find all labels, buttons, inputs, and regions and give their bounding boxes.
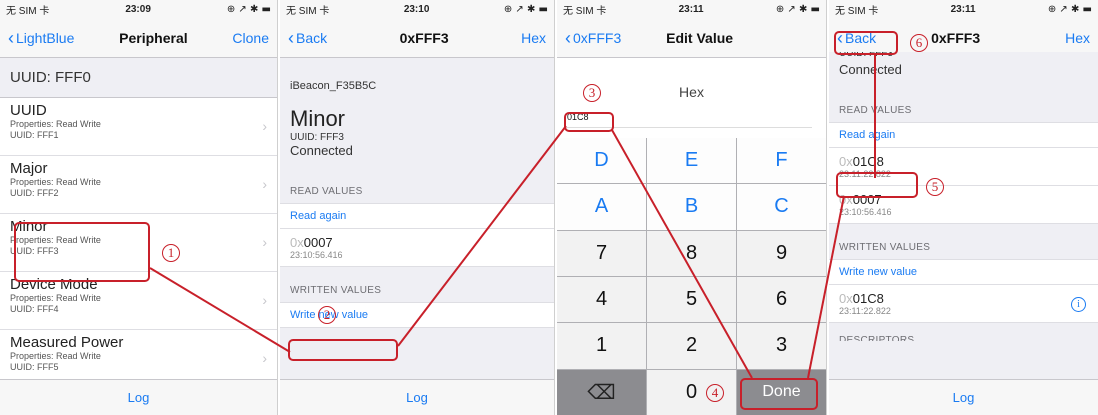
characteristic-name: Minor [290,106,346,131]
page-title: 0xFFF3 [399,29,449,46]
nav-bar: ‹ Back 0xFFF3 Hex [280,18,554,58]
key-f[interactable]: F [737,138,826,184]
key-6[interactable]: 6 [737,276,826,323]
key-8[interactable]: 8 [647,230,736,276]
clock: 23:09 [125,3,151,15]
chevron-left-icon: ‹ [288,27,294,48]
chevron-right-icon: › [262,350,267,366]
log-tab[interactable]: Log [829,379,1098,415]
read-values-header: READ VALUES [839,105,912,116]
characteristic-uuid: UUID: FFF3 [290,132,344,143]
back-button[interactable]: ‹ Back [288,29,327,47]
chevron-left-icon: ‹ [8,27,14,48]
highlight-write-new-value [288,339,398,361]
annotation-number: 5 [926,178,944,196]
highlight-value-input [564,112,614,132]
annotation-number: 4 [706,384,724,402]
connection-state: Connected [290,143,353,158]
key-b[interactable]: B [647,184,736,230]
descriptors-header: DESCRIPTORS [839,335,915,341]
key-5[interactable]: 5 [647,276,736,323]
status-bar: 无 SIM 卡 23:11 ⊕ ↗ ✱ ▬ [557,0,826,18]
highlight-read-value [836,172,918,198]
annotation-number: 6 [910,34,928,52]
characteristic-info: UUID: FFF3 Connected [829,52,1098,87]
status-icons: ⊕ ↗ ✱ ▬ [226,3,271,15]
hex-button[interactable]: Hex [521,30,546,46]
written-values-header: WRITTEN VALUES [839,242,931,253]
peripheral-screen: 无 SIM 卡 23:09 ⊕ ↗ ✱ ▬ ‹ LightBlue Periphe… [0,0,278,415]
chevron-right-icon: › [262,118,267,134]
key-2[interactable]: 2 [647,323,736,369]
key-e[interactable]: E [647,138,736,184]
read-again-button[interactable]: Read again [829,122,1098,148]
backspace-key[interactable]: ⌫ [557,369,646,415]
status-bar: 无 SIM 卡 23:10 ⊕ ↗ ✱ ▬ [280,0,554,18]
page-title: 0xFFF3 [931,29,981,46]
read-values-header: READ VALUES [290,186,363,197]
log-tab[interactable]: Log [0,379,277,415]
key-1[interactable]: 1 [557,323,646,369]
highlight-done-button [740,378,818,410]
key-3[interactable]: 3 [737,323,826,369]
info-icon[interactable]: i [1071,297,1086,312]
written-values-header: WRITTEN VALUES [290,285,382,296]
chevron-right-icon: › [262,176,267,192]
annotation-number: 2 [318,306,336,324]
nav-bar: ‹ LightBlue Peripheral Clone [0,18,277,58]
clone-button[interactable]: Clone [232,30,269,46]
characteristic-row[interactable]: Major Properties: Read Write UUID: FFF2 … [0,156,277,214]
highlight-minor-row [14,222,150,282]
chevron-right-icon: › [262,234,267,250]
annotation-number: 1 [162,244,180,262]
back-button[interactable]: ‹ LightBlue [8,29,74,47]
characteristic-info: iBeacon_F35B5C Minor UUID: FFF3 Connecte… [280,58,554,168]
key-9[interactable]: 9 [737,230,826,276]
annotation-number: 3 [583,84,601,102]
nav-bar: ‹ 0xFFF3 Edit Value [557,18,826,58]
key-d[interactable]: D [557,138,646,184]
write-new-value-button[interactable]: Write new value [829,259,1098,285]
status-bar: 无 SIM 卡 23:11 ⊕ ↗ ✱ ▬ [829,0,1098,18]
log-tab[interactable]: Log [280,379,554,415]
key-7[interactable]: 7 [557,230,646,276]
service-header: UUID: FFF0 [0,58,277,98]
written-value-row: 0x01C8 23:11:22.822 i [829,285,1098,323]
carrier-label: 无 SIM 卡 [6,5,50,17]
read-value-row: 0x0007 23:10:56.416 [280,229,554,267]
read-again-button[interactable]: Read again [280,203,554,229]
key-c[interactable]: C [737,184,826,230]
key-4[interactable]: 4 [557,276,646,323]
chevron-left-icon: ‹ [565,27,571,48]
connection-state: Connected [839,62,902,77]
highlight-back-button [834,31,898,55]
key-a[interactable]: A [557,184,646,230]
hex-button[interactable]: Hex [1065,30,1090,46]
back-button[interactable]: ‹ 0xFFF3 [565,29,621,47]
page-title: Edit Value [666,29,734,46]
hex-keypad: D E F A B C 7 8 9 4 5 6 1 2 3 ⌫ 0 Done [557,138,826,415]
characteristic-result-screen: 无 SIM 卡 23:11 ⊕ ↗ ✱ ▬ ‹ Back 0xFFF3 Hex U… [829,0,1098,415]
characteristic-row[interactable]: UUID Properties: Read Write UUID: FFF1 › [0,98,277,156]
chevron-right-icon: › [262,292,267,308]
status-bar: 无 SIM 卡 23:09 ⊕ ↗ ✱ ▬ [0,0,277,18]
edit-value-screen: 无 SIM 卡 23:11 ⊕ ↗ ✱ ▬ ‹ 0xFFF3 Edit Value… [557,0,827,415]
device-name: iBeacon_F35B5C [290,80,377,92]
page-title: Peripheral [119,29,188,46]
